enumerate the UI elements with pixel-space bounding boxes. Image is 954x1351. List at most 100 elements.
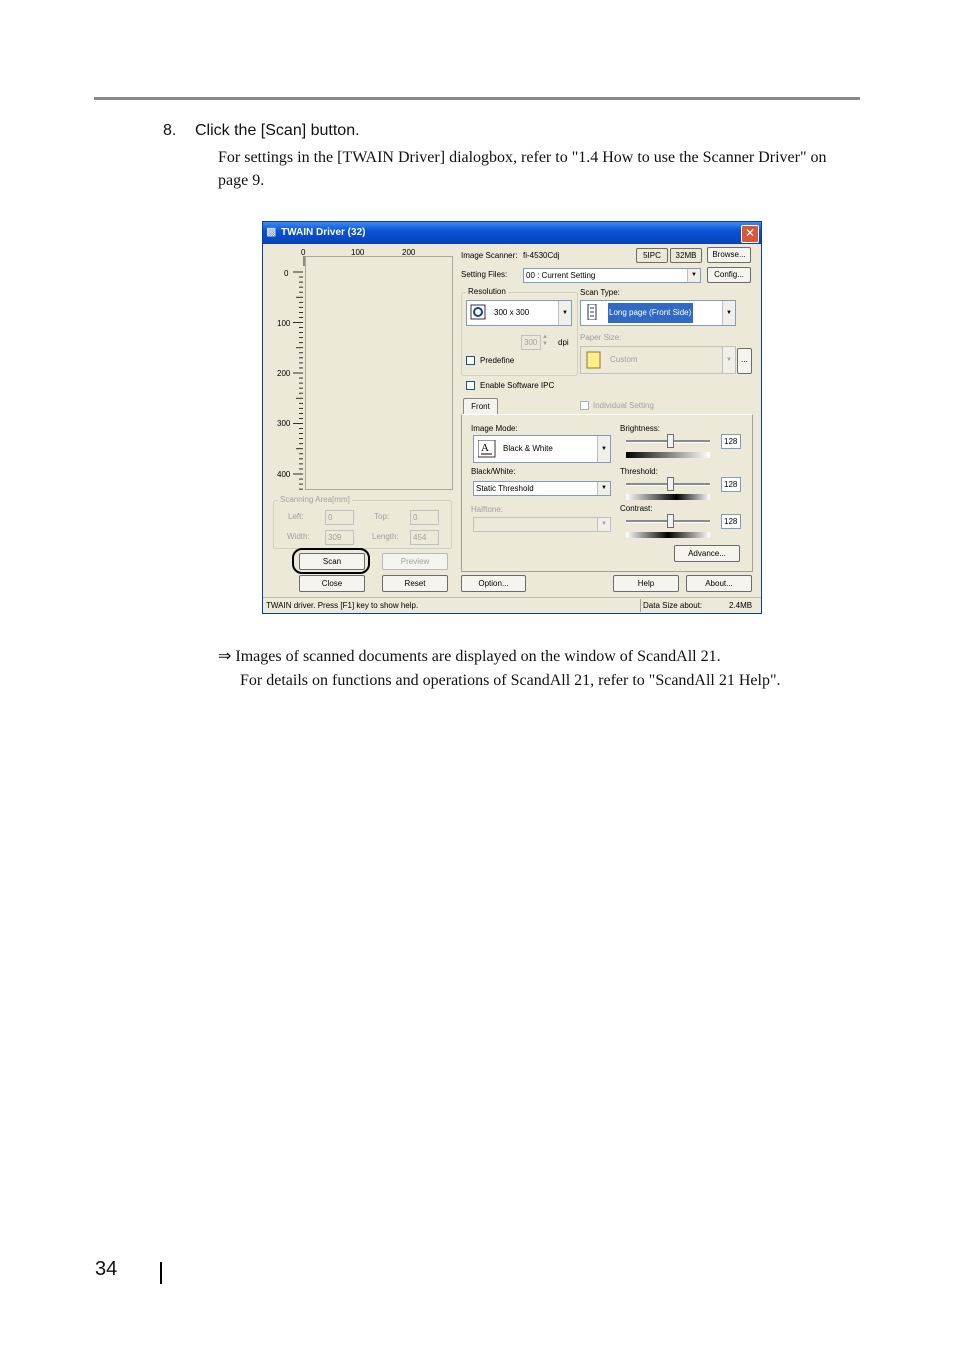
data-size-value: 2.4MB [729, 601, 753, 610]
dropdown-arrow-icon[interactable]: ▼ [722, 347, 735, 373]
predefine-checkbox[interactable] [466, 356, 475, 365]
scan-type-select[interactable]: Long page (Front Side) ▼ [580, 300, 736, 326]
ruler-left-label-200: 200 [277, 369, 291, 378]
status-bar: TWAIN driver. Press [F1] key to show hel… [263, 597, 761, 613]
reset-button[interactable]: Reset [382, 575, 448, 592]
width-field[interactable]: 309 [325, 530, 354, 545]
threshold-label: Threshold: [620, 467, 658, 476]
title-bar[interactable]: ▩ TWAIN Driver (32) ✕ [263, 222, 761, 244]
brightness-field[interactable]: 128 [721, 434, 741, 449]
page-number: 34 [95, 1258, 118, 1280]
status-divider [640, 599, 641, 612]
ruler-left [293, 271, 303, 490]
paper-size-select[interactable]: Custom ▼ [580, 346, 736, 374]
memory-badge: 32MB [670, 248, 702, 263]
dropdown-arrow-icon[interactable]: ▼ [597, 482, 610, 495]
image-mode-value: Black & White [503, 444, 553, 453]
step-number: 8. [163, 122, 177, 139]
scanner-icon: ▩ [266, 226, 277, 238]
paper-size-more-button[interactable]: ... [737, 348, 752, 374]
preview-area[interactable] [305, 256, 453, 490]
setting-files-value: 00 : Current Setting [526, 271, 596, 280]
step-text: Click the [Scan] button. [195, 122, 360, 139]
individual-setting-label: Individual Setting [593, 401, 654, 410]
about-button[interactable]: About... [686, 575, 752, 592]
halftone-select[interactable]: ▼ [473, 517, 611, 532]
dropdown-arrow-icon[interactable]: ▼ [597, 436, 610, 462]
contrast-thumb[interactable] [667, 514, 674, 528]
setting-files-label: Setting Files: [461, 270, 508, 279]
dropdown-arrow-icon[interactable]: ▼ [558, 301, 571, 325]
result-line: ⇒ Images of scanned documents are displa… [218, 646, 721, 666]
ruler-left-label-100: 100 [277, 319, 291, 328]
resolution-select[interactable]: 300 x 300 ▼ [466, 300, 572, 326]
dpi-unit: dpi [558, 338, 569, 347]
paper-size-label: Paper Size: [580, 333, 622, 342]
dropdown-arrow-icon[interactable]: ▼ [597, 518, 610, 531]
contrast-gradient [626, 532, 710, 538]
preview-button[interactable]: Preview [382, 553, 448, 570]
enable-ipc-checkbox[interactable] [466, 381, 475, 390]
scan-type-icon [584, 303, 600, 321]
image-mode-select[interactable]: A Black & White ▼ [473, 435, 611, 463]
dropdown-arrow-icon[interactable]: ▼ [687, 269, 700, 282]
image-mode-label: Image Mode: [471, 424, 518, 433]
dialog-title: TWAIN Driver (32) [281, 227, 366, 238]
contrast-field[interactable]: 128 [721, 514, 741, 529]
left-field[interactable]: 0 [325, 510, 354, 525]
status-hint: TWAIN driver. Press [F1] key to show hel… [266, 601, 419, 610]
ipc-badge: 5IPC [636, 248, 668, 263]
black-white-select[interactable]: Static Threshold ▼ [473, 481, 611, 496]
result-arrow: ⇒ [218, 648, 232, 665]
scanning-area-label: Scanning Area[mm] [278, 495, 352, 504]
contrast-label: Contrast: [620, 504, 653, 513]
paper-size-value: Custom [610, 355, 638, 364]
advance-button[interactable]: Advance... [674, 545, 740, 562]
result-text: Images of scanned documents are displaye… [235, 648, 721, 665]
width-label: Width: [287, 532, 310, 541]
config-button[interactable]: Config... [707, 267, 751, 283]
black-white-label: Black/White: [471, 467, 516, 476]
ruler-left-label-300: 300 [277, 419, 291, 428]
page-number-bar [160, 1262, 162, 1284]
help-button[interactable]: Help [613, 575, 679, 592]
length-label: Length: [372, 532, 399, 541]
resolution-value: 300 x 300 [494, 308, 530, 317]
top-label: Top: [374, 512, 390, 521]
left-label: Left: [288, 512, 304, 521]
threshold-field[interactable]: 128 [721, 477, 741, 492]
setting-files-select[interactable]: 00 : Current Setting ▼ [523, 268, 701, 283]
data-size-label: Data Size about: [643, 601, 703, 610]
top-field[interactable]: 0 [410, 510, 439, 525]
tab-front[interactable]: Front [463, 398, 498, 415]
scan-type-label: Scan Type: [580, 288, 620, 297]
header-rule [94, 97, 860, 100]
resolution-label: Resolution [466, 287, 508, 296]
predefine-label: Predefine [480, 356, 515, 365]
brightness-thumb[interactable] [667, 434, 674, 448]
individual-setting-checkbox[interactable] [580, 401, 589, 410]
black-white-value: Static Threshold [476, 484, 534, 493]
reference-paragraph: For settings in the [TWAIN Driver] dialo… [218, 149, 827, 189]
result-detail: For details on functions and operations … [240, 672, 781, 689]
brightness-label: Brightness: [620, 424, 661, 433]
browse-button[interactable]: Browse... [707, 247, 751, 263]
option-button[interactable]: Option... [461, 575, 526, 592]
brightness-gradient [626, 452, 710, 458]
step-8: 8. Click the [Scan] button. [163, 122, 360, 140]
custom-dpi-field[interactable]: 300 [521, 335, 541, 350]
enable-ipc-label: Enable Software IPC [480, 381, 555, 390]
close-icon[interactable]: ✕ [741, 225, 759, 243]
svg-text:A: A [481, 442, 489, 454]
length-field[interactable]: 454 [410, 530, 439, 545]
ruler-left-label-0: 0 [284, 269, 289, 278]
halftone-label: Halftone: [471, 505, 504, 514]
image-mode-icon: A [477, 439, 496, 458]
image-scanner-label: Image Scanner: [461, 251, 518, 260]
image-scanner-value: fi-4530Cdj [523, 251, 560, 260]
dropdown-arrow-icon[interactable]: ▼ [722, 301, 735, 325]
close-button[interactable]: Close [299, 575, 365, 592]
threshold-thumb[interactable] [667, 477, 674, 491]
threshold-gradient [626, 494, 710, 500]
dpi-spinner-icon[interactable]: ▲ ▼ [542, 334, 548, 348]
